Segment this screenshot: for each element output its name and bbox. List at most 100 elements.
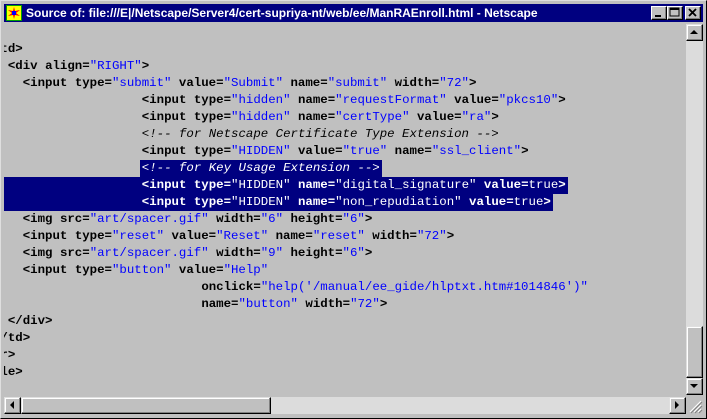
- code-token: "HIDDEN": [231, 178, 291, 192]
- scroll-down-button[interactable]: [686, 378, 703, 395]
- netscape-app-icon[interactable]: [6, 5, 22, 21]
- arrow-right-icon: [675, 401, 679, 409]
- scroll-left-button[interactable]: [4, 397, 21, 414]
- code-token: type=: [74, 263, 112, 277]
- source-line: >: [4, 24, 686, 41]
- code-token: type=: [193, 110, 232, 124]
- code-token: name=: [290, 93, 336, 107]
- code-token: >: [446, 229, 455, 243]
- close-icon: [688, 8, 697, 17]
- vertical-scrollbar[interactable]: [686, 24, 703, 395]
- code-token: "RIGHT": [89, 59, 142, 73]
- code-token: >: [558, 93, 566, 107]
- code-token: name=: [290, 195, 336, 209]
- minimize-icon: [655, 15, 661, 17]
- source-line-text: <input type="reset" value="Reset" name="…: [23, 228, 454, 245]
- source-line: <input type="button" value="Help": [4, 262, 686, 279]
- code-token: >: [379, 297, 388, 311]
- code-token: name=: [283, 76, 328, 90]
- code-token: width=: [364, 229, 417, 243]
- code-token: </td>: [4, 331, 31, 345]
- source-line: <td>: [4, 41, 686, 58]
- code-token: type=: [193, 178, 232, 192]
- source-line: <input type="submit" value="Submit" name…: [4, 75, 686, 92]
- source-line-text: tr>: [4, 347, 15, 364]
- code-token: "6": [342, 246, 365, 260]
- scroll-up-button[interactable]: [686, 24, 703, 41]
- source-line: <img src="art/spacer.gif" width="6" heig…: [4, 211, 686, 228]
- source-line-text: <!-- for Netscape Certificate Type Exten…: [142, 126, 499, 143]
- window-title: Source of: file:///E|/Netscape/Server4/c…: [26, 6, 538, 20]
- code-token: "pkcs10": [498, 93, 559, 107]
- source-line: <!-- for Key Usage Extension -->: [4, 160, 686, 177]
- arrow-down-icon: [690, 384, 698, 388]
- code-token: >: [469, 76, 477, 90]
- code-token: >: [521, 144, 529, 158]
- code-token: "9": [260, 246, 284, 260]
- code-token: height=: [283, 246, 343, 260]
- code-token: "6": [342, 212, 365, 226]
- code-token: name=: [290, 178, 336, 192]
- source-line-text: <input type="HIDDEN" name="non_repudiati…: [141, 194, 551, 211]
- source-line: name="button" width="72">: [4, 296, 686, 313]
- code-token: <input: [141, 178, 194, 192]
- code-token: "Help": [223, 263, 269, 277]
- maximize-button[interactable]: [667, 6, 683, 20]
- close-button[interactable]: [685, 6, 701, 20]
- horizontal-scrollbar[interactable]: [4, 397, 686, 414]
- code-token: "ra": [461, 110, 492, 124]
- source-line: ble>: [4, 364, 686, 381]
- source-line: <input type="reset" value="Reset" name="…: [4, 228, 686, 245]
- arrow-left-icon: [10, 401, 14, 409]
- code-token: "Submit": [223, 76, 284, 90]
- code-token: "non_repudiation": [335, 195, 462, 209]
- code-token: src=: [59, 246, 90, 260]
- code-token: "reset": [112, 229, 165, 243]
- minimize-button[interactable]: [651, 6, 667, 20]
- code-token: <td>: [4, 42, 23, 56]
- source-line-text: ble>: [4, 364, 23, 381]
- source-line: </td>: [4, 330, 686, 347]
- size-grip[interactable]: [686, 397, 703, 414]
- code-token: <!-- for Netscape Certificate Type Exten…: [141, 127, 499, 141]
- code-token: value=: [409, 110, 462, 124]
- source-line-text: <input type="HIDDEN" value="true" name="…: [142, 143, 529, 160]
- netscape-source-window: Source of: file:///E|/Netscape/Server4/c…: [0, 0, 707, 419]
- code-token: onclick=: [201, 280, 261, 294]
- code-token: >: [364, 246, 373, 260]
- code-token: "art/spacer.gif": [89, 246, 209, 260]
- source-line: tr>: [4, 347, 686, 364]
- code-token: name=: [387, 144, 432, 158]
- source-line: onclick="help('/manual/ee_gide/hlptxt.ht…: [4, 279, 686, 296]
- code-token: >: [558, 178, 566, 192]
- code-token: name=: [290, 110, 336, 124]
- source-line-text: <input type="hidden" name="certType" val…: [142, 109, 499, 126]
- code-token: "ssl_client": [431, 144, 522, 158]
- code-token: >: [141, 59, 150, 73]
- code-token: >: [364, 212, 373, 226]
- code-token: name=: [268, 229, 313, 243]
- code-token: ble>: [4, 365, 23, 379]
- arrow-up-icon: [690, 30, 698, 34]
- code-token: true: [528, 178, 559, 192]
- code-token: height=: [283, 212, 343, 226]
- code-token: "certType": [335, 110, 410, 124]
- code-token: "Reset": [216, 229, 269, 243]
- code-token: <input: [22, 229, 75, 243]
- code-token: type=: [74, 76, 112, 90]
- title-bar[interactable]: Source of: file:///E|/Netscape/Server4/c…: [4, 4, 703, 22]
- code-token: "art/spacer.gif": [89, 212, 209, 226]
- scroll-right-button[interactable]: [669, 397, 686, 414]
- source-view[interactable]: ><td><div align="RIGHT"><input type="sub…: [4, 24, 686, 395]
- code-token: <!-- for Key Usage Extension -->: [141, 161, 380, 175]
- source-line: <input type="HIDDEN" name="non_repudiati…: [4, 194, 686, 211]
- code-token: <input: [141, 110, 194, 124]
- horizontal-scroll-thumb[interactable]: [21, 397, 271, 414]
- code-token: type=: [193, 195, 232, 209]
- code-token: width=: [298, 297, 351, 311]
- code-token: type=: [74, 229, 112, 243]
- vertical-scroll-thumb[interactable]: [686, 326, 703, 378]
- code-token: "72": [350, 297, 380, 311]
- code-token: value=: [476, 178, 529, 192]
- source-line-text: <img src="art/spacer.gif" width="6" heig…: [23, 211, 373, 228]
